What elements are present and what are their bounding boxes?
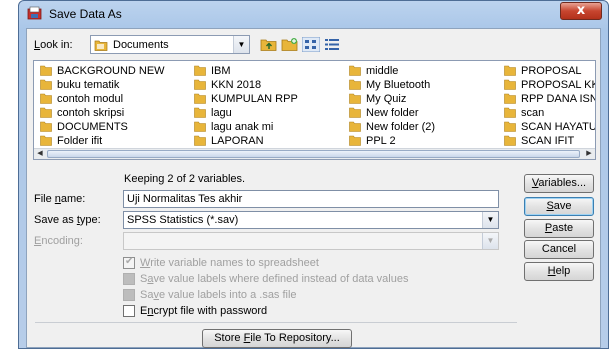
- folder-icon: [504, 79, 516, 90]
- title-bar[interactable]: Save Data As x: [19, 1, 608, 27]
- chevron-down-icon: ▼: [482, 233, 498, 249]
- write-names-label: Write variable names to spreadsheet: [140, 257, 319, 269]
- variables-status-text: Keeping 2 of 2 variables.: [124, 173, 246, 185]
- list-item[interactable]: My Bluetooth: [349, 78, 499, 92]
- divider: [35, 322, 517, 323]
- folder-icon: [194, 65, 206, 76]
- list-item[interactable]: contoh modul: [40, 92, 188, 106]
- horizontal-scrollbar[interactable]: ◀ ▶: [34, 148, 595, 159]
- encoding-label: Encoding:: [34, 235, 83, 247]
- save-as-type-dropdown[interactable]: SPSS Statistics (*.sav) ▼: [123, 211, 499, 229]
- folder-icon: [504, 93, 516, 104]
- list-item[interactable]: buku tematik: [40, 78, 188, 92]
- up-folder-icon[interactable]: [260, 37, 278, 52]
- folder-icon: [349, 107, 361, 118]
- folder-icon: [349, 79, 361, 90]
- folder-icon: [504, 65, 516, 76]
- scroll-left-icon[interactable]: ◀: [34, 149, 46, 159]
- list-item[interactable]: SCAN IFIT: [504, 134, 595, 148]
- list-item[interactable]: Folder ifit: [40, 134, 188, 148]
- file-name-input[interactable]: Uji Normalitas Tes akhir: [123, 190, 499, 208]
- chevron-down-icon[interactable]: ▼: [482, 212, 498, 228]
- list-item[interactable]: KKN 2018: [194, 78, 342, 92]
- list-item[interactable]: RPP DANA ISN: [504, 92, 595, 106]
- encrypt-label[interactable]: Encrypt file with password: [140, 304, 267, 318]
- list-item[interactable]: KUMPULAN RPP: [194, 92, 342, 106]
- details-view-icon[interactable]: [323, 37, 341, 52]
- close-button[interactable]: x: [560, 2, 602, 20]
- help-button[interactable]: Help: [524, 262, 594, 281]
- folder-icon: [40, 107, 52, 118]
- folder-icon: [194, 107, 206, 118]
- list-item[interactable]: lagu anak mi: [194, 120, 342, 134]
- lookin-dropdown[interactable]: Documents ▼: [90, 35, 250, 54]
- list-item[interactable]: PROPOSAL: [504, 64, 595, 78]
- list-item[interactable]: contoh skripsi: [40, 106, 188, 120]
- checkbox-box: [123, 289, 135, 301]
- save-sas-label: Save value labels into a .sas file: [140, 289, 297, 301]
- lookin-label: Look in:: [34, 39, 73, 51]
- scrollbar-thumb[interactable]: [47, 150, 580, 158]
- list-item[interactable]: lagu: [194, 106, 342, 120]
- folder-icon: [40, 79, 52, 90]
- folder-icon: [349, 93, 361, 104]
- encoding-dropdown: ▼: [123, 232, 499, 250]
- folder-icon: [194, 121, 206, 132]
- folder-icon: [194, 79, 206, 90]
- list-item[interactable]: BACKGROUND NEW: [40, 64, 188, 78]
- folder-icon: [94, 40, 108, 51]
- list-item[interactable]: middle: [349, 64, 499, 78]
- list-item[interactable]: New folder: [349, 106, 499, 120]
- folder-icon: [40, 93, 52, 104]
- file-list[interactable]: BACKGROUND NEW buku tematik contoh modul…: [33, 60, 596, 160]
- list-item[interactable]: LAPORAN: [194, 134, 342, 148]
- file-name-label: File name:: [34, 193, 86, 205]
- list-item[interactable]: My Quiz: [349, 92, 499, 106]
- window-title: Save Data As: [49, 7, 122, 21]
- folder-icon: [504, 135, 516, 146]
- list-item[interactable]: scan: [504, 106, 595, 120]
- list-item[interactable]: PROPOSAL KK: [504, 78, 595, 92]
- chevron-down-icon[interactable]: ▼: [233, 36, 249, 53]
- list-item[interactable]: New folder (2): [349, 120, 499, 134]
- dialog-body: Look in: Documents ▼ BACKGROUND NEW buku…: [26, 28, 601, 348]
- scroll-right-icon[interactable]: ▶: [583, 149, 595, 159]
- checkbox-box[interactable]: [123, 305, 135, 317]
- lookin-value: Documents: [113, 39, 169, 51]
- list-item[interactable]: DOCUMENTS: [40, 120, 188, 134]
- save-button[interactable]: Save: [524, 197, 594, 216]
- save-as-type-value: SPSS Statistics (*.sav): [127, 214, 239, 226]
- checkbox-box: [123, 256, 135, 269]
- list-view-icon[interactable]: [302, 37, 320, 52]
- variables-button[interactable]: Variables...: [524, 174, 594, 193]
- save-data-dialog: Save Data As x Look in: Documents ▼ BACK…: [18, 0, 609, 349]
- save-as-type-label: Save as type:: [34, 214, 101, 226]
- save-data-icon: [27, 6, 42, 20]
- store-file-button[interactable]: Store File To Repository...: [202, 329, 352, 348]
- list-item[interactable]: SCAN HAYATU: [504, 120, 595, 134]
- list-item[interactable]: IBM: [194, 64, 342, 78]
- checkbox-box: [123, 273, 135, 285]
- paste-button[interactable]: Paste: [524, 219, 594, 238]
- folder-icon: [40, 135, 52, 146]
- folder-icon: [504, 107, 516, 118]
- list-item[interactable]: PPL 2: [349, 134, 499, 148]
- folder-icon: [40, 121, 52, 132]
- folder-icon: [194, 93, 206, 104]
- cancel-button[interactable]: Cancel: [524, 240, 594, 259]
- folder-icon: [504, 121, 516, 132]
- folder-icon: [349, 135, 361, 146]
- folder-icon: [349, 121, 361, 132]
- folder-icon: [349, 65, 361, 76]
- save-value-labels-label: Save value labels where defined instead …: [140, 273, 409, 285]
- folder-icon: [194, 135, 206, 146]
- folder-icon: [40, 65, 52, 76]
- new-folder-icon[interactable]: [281, 37, 299, 52]
